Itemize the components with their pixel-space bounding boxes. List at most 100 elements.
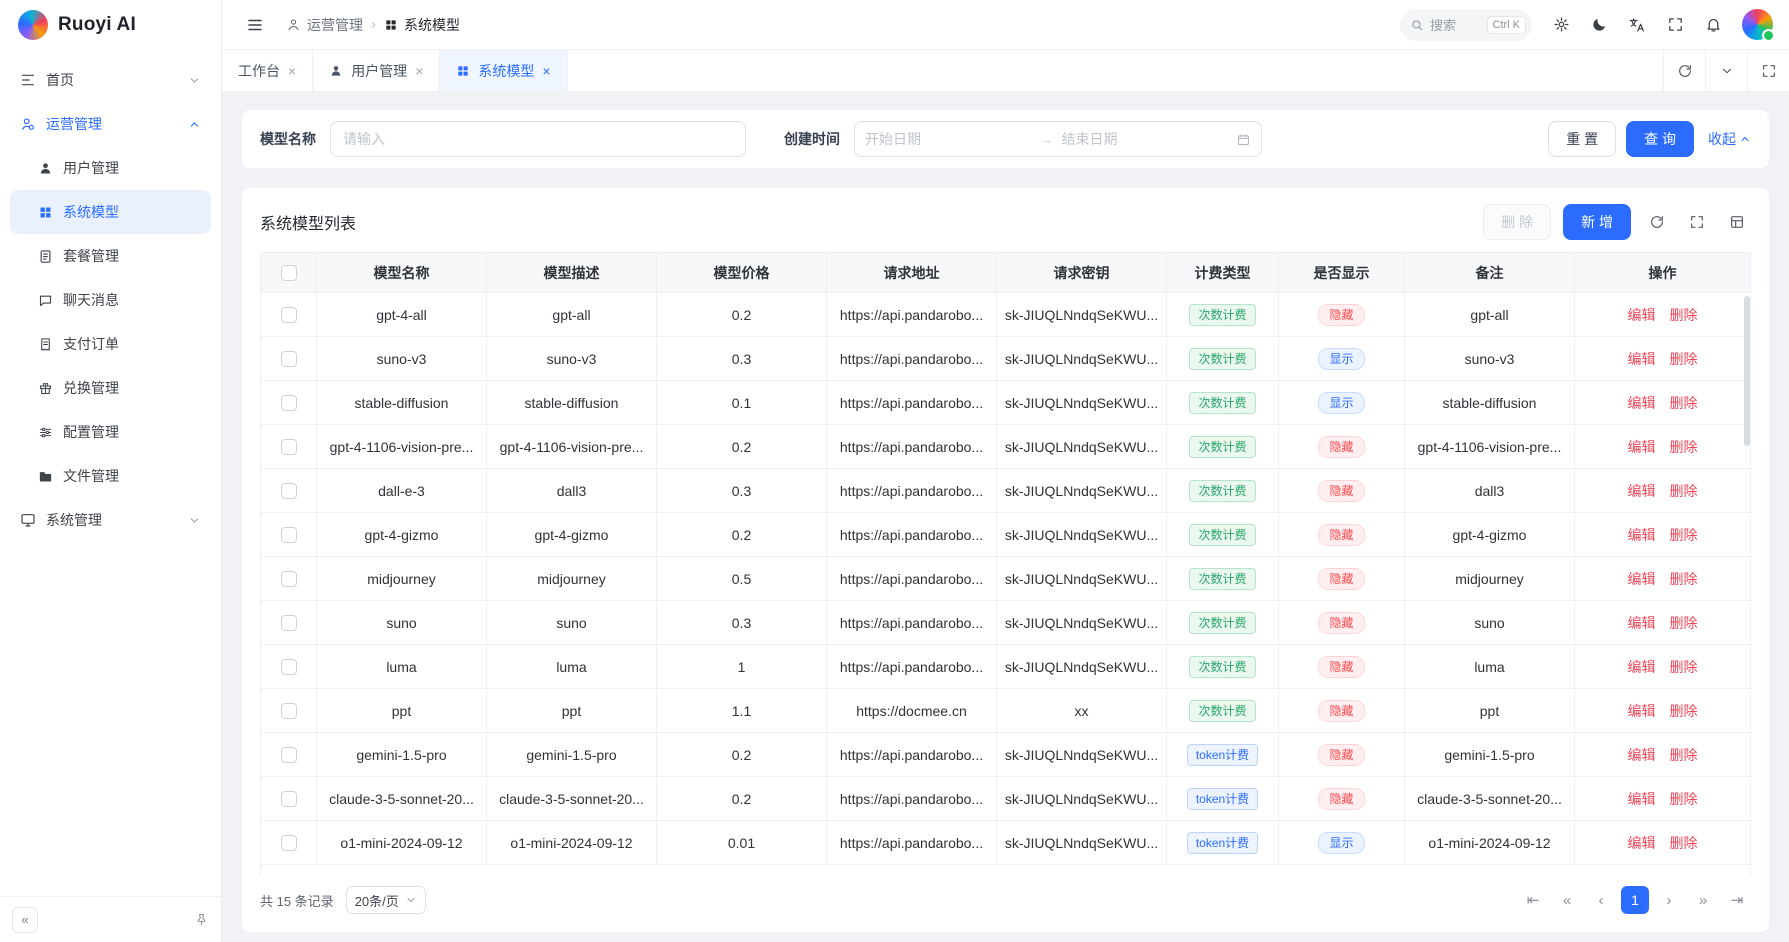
add-button[interactable]: 新 增 bbox=[1563, 204, 1631, 240]
logo[interactable]: Ruoyi AI bbox=[0, 0, 221, 50]
breadcrumb-operations[interactable]: 运营管理 bbox=[286, 15, 363, 35]
row-checkbox[interactable] bbox=[281, 483, 297, 499]
logo-text: Ruoyi AI bbox=[58, 14, 136, 36]
close-icon[interactable]: × bbox=[542, 64, 550, 78]
row-checkbox[interactable] bbox=[281, 571, 297, 587]
delete-link[interactable]: 删除 bbox=[1670, 351, 1698, 367]
visibility-tag: 隐藏 bbox=[1318, 568, 1364, 590]
sidebar-collapse-button[interactable]: « bbox=[12, 907, 38, 933]
date-range-picker[interactable]: 开始日期 → 结束日期 bbox=[854, 121, 1262, 157]
sidebar-item-system-model[interactable]: 系统模型 bbox=[10, 190, 211, 234]
delete-link[interactable]: 删除 bbox=[1670, 659, 1698, 675]
table-container: 模型名称 模型描述 模型价格 请求地址 请求密钥 计费类型 是否显示 备注 操作 bbox=[260, 252, 1751, 876]
query-button[interactable]: 查 询 bbox=[1626, 121, 1694, 157]
expand-icon[interactable] bbox=[1683, 208, 1711, 236]
chevron-down-icon[interactable] bbox=[1705, 50, 1747, 91]
edit-link[interactable]: 编辑 bbox=[1628, 307, 1656, 323]
sidebar-item-config-management[interactable]: 配置管理 bbox=[10, 410, 211, 454]
tab-user-management[interactable]: 用户管理 × bbox=[313, 50, 440, 91]
row-checkbox[interactable] bbox=[281, 307, 297, 323]
breadcrumb-system-model[interactable]: 系统模型 bbox=[384, 15, 460, 35]
delete-link[interactable]: 删除 bbox=[1670, 703, 1698, 719]
edit-link[interactable]: 编辑 bbox=[1628, 571, 1656, 587]
edit-link[interactable]: 编辑 bbox=[1628, 703, 1656, 719]
table-scrollbar[interactable] bbox=[1744, 296, 1750, 446]
row-checkbox[interactable] bbox=[281, 439, 297, 455]
delete-link[interactable]: 删除 bbox=[1670, 835, 1698, 851]
column-settings-icon[interactable] bbox=[1723, 208, 1751, 236]
sidebar-item-chat-messages[interactable]: 聊天消息 bbox=[10, 278, 211, 322]
delete-link[interactable]: 删除 bbox=[1670, 395, 1698, 411]
model-name-input[interactable] bbox=[330, 121, 746, 157]
refresh-icon[interactable] bbox=[1663, 50, 1705, 91]
sidebar-item-home[interactable]: 首页 bbox=[10, 58, 211, 102]
table-row: midjourney midjourney 0.5 https://api.pa… bbox=[261, 557, 1751, 601]
row-checkbox[interactable] bbox=[281, 615, 297, 631]
delete-link[interactable]: 删除 bbox=[1670, 483, 1698, 499]
delete-button[interactable]: 删 除 bbox=[1483, 204, 1551, 240]
edit-link[interactable]: 编辑 bbox=[1628, 483, 1656, 499]
delete-link[interactable]: 删除 bbox=[1670, 307, 1698, 323]
tab-label: 系统模型 bbox=[478, 61, 534, 81]
sidebar-item-user-management[interactable]: 用户管理 bbox=[10, 146, 211, 190]
bell-icon[interactable] bbox=[1696, 8, 1730, 42]
next-page-button[interactable]: › bbox=[1655, 886, 1683, 914]
tab-workbench[interactable]: 工作台 × bbox=[222, 50, 313, 91]
delete-link[interactable]: 删除 bbox=[1670, 527, 1698, 543]
dark-mode-moon-icon[interactable] bbox=[1582, 8, 1616, 42]
visibility-tag: 隐藏 bbox=[1318, 480, 1364, 502]
delete-link[interactable]: 删除 bbox=[1670, 747, 1698, 763]
row-checkbox[interactable] bbox=[281, 835, 297, 851]
content-fullscreen-icon[interactable] bbox=[1747, 50, 1789, 91]
row-checkbox[interactable] bbox=[281, 703, 297, 719]
close-icon[interactable]: × bbox=[288, 64, 296, 78]
last-page-button[interactable]: ⇥ bbox=[1723, 886, 1751, 914]
edit-link[interactable]: 编辑 bbox=[1628, 351, 1656, 367]
reset-button[interactable]: 重 置 bbox=[1548, 121, 1616, 157]
edit-link[interactable]: 编辑 bbox=[1628, 747, 1656, 763]
edit-link[interactable]: 编辑 bbox=[1628, 395, 1656, 411]
current-page-button[interactable]: 1 bbox=[1621, 886, 1649, 914]
row-checkbox[interactable] bbox=[281, 395, 297, 411]
delete-link[interactable]: 删除 bbox=[1670, 615, 1698, 631]
sidebar-item-payment-orders[interactable]: 支付订单 bbox=[10, 322, 211, 366]
edit-link[interactable]: 编辑 bbox=[1628, 791, 1656, 807]
hamburger-menu-icon[interactable] bbox=[238, 8, 272, 42]
row-checkbox[interactable] bbox=[281, 351, 297, 367]
prev-page-button[interactable]: ‹ bbox=[1587, 886, 1615, 914]
global-search[interactable]: 搜索 Ctrl K bbox=[1400, 9, 1532, 41]
edit-link[interactable]: 编辑 bbox=[1628, 527, 1656, 543]
sidebar-item-exchange-management[interactable]: 兑换管理 bbox=[10, 366, 211, 410]
sidebar-item-package-management[interactable]: 套餐管理 bbox=[10, 234, 211, 278]
row-checkbox[interactable] bbox=[281, 747, 297, 763]
row-checkbox[interactable] bbox=[281, 791, 297, 807]
close-icon[interactable]: × bbox=[415, 64, 423, 78]
tab-system-model[interactable]: 系统模型 × bbox=[440, 50, 567, 91]
edit-link[interactable]: 编辑 bbox=[1628, 615, 1656, 631]
delete-link[interactable]: 删除 bbox=[1670, 439, 1698, 455]
fullscreen-icon[interactable] bbox=[1658, 8, 1692, 42]
gear-icon[interactable] bbox=[1544, 8, 1578, 42]
sidebar-item-operations[interactable]: 运营管理 bbox=[10, 102, 211, 146]
row-checkbox[interactable] bbox=[281, 527, 297, 543]
sidebar-item-file-management[interactable]: 文件管理 bbox=[10, 454, 211, 498]
first-page-button[interactable]: ⇤ bbox=[1519, 886, 1547, 914]
page-size-select[interactable]: 20条/页 bbox=[346, 886, 426, 914]
refresh-icon[interactable] bbox=[1643, 208, 1671, 236]
row-checkbox[interactable] bbox=[281, 659, 297, 675]
edit-link[interactable]: 编辑 bbox=[1628, 659, 1656, 675]
visibility-tag: 隐藏 bbox=[1318, 612, 1364, 634]
jump-next-button[interactable]: » bbox=[1689, 886, 1717, 914]
user-avatar[interactable] bbox=[1742, 9, 1773, 40]
pin-icon[interactable] bbox=[194, 912, 209, 927]
select-all-checkbox[interactable] bbox=[281, 265, 297, 281]
edit-link[interactable]: 编辑 bbox=[1628, 439, 1656, 455]
delete-link[interactable]: 删除 bbox=[1670, 791, 1698, 807]
delete-link[interactable]: 删除 bbox=[1670, 571, 1698, 587]
sidebar-item-system-management[interactable]: 系统管理 bbox=[10, 498, 211, 542]
collapse-filter-link[interactable]: 收起 bbox=[1708, 129, 1751, 149]
cell-model-name: dall-e-3 bbox=[317, 469, 487, 513]
language-translate-icon[interactable] bbox=[1620, 8, 1654, 42]
jump-prev-button[interactable]: « bbox=[1553, 886, 1581, 914]
edit-link[interactable]: 编辑 bbox=[1628, 835, 1656, 851]
